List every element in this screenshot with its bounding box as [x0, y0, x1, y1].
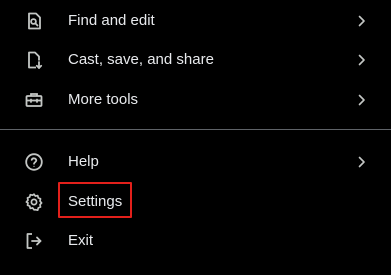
help-circle-icon — [24, 152, 44, 172]
chevron-right-icon — [356, 155, 368, 169]
exit-icon — [24, 231, 44, 251]
menu-item-label: Help — [68, 153, 99, 170]
chevron-right-icon — [356, 53, 368, 67]
menu-item-label: Exit — [68, 232, 94, 249]
chevron-right-icon — [356, 14, 368, 28]
chrome-menu: Find and edit Cast, save, and share More… — [0, 0, 391, 275]
settings-highlight-box — [58, 182, 132, 218]
menu-item-exit[interactable]: Exit — [0, 222, 391, 260]
menu-item-label: Cast, save, and share — [68, 51, 214, 68]
menu-item-help[interactable]: Help — [0, 143, 391, 181]
menu-item-more-tools[interactable]: More tools — [0, 81, 391, 119]
menu-item-find-and-edit[interactable]: Find and edit — [0, 2, 391, 40]
menu-divider — [0, 129, 391, 130]
toolbox-icon — [24, 90, 44, 110]
file-save-icon — [24, 50, 44, 70]
find-in-page-icon — [24, 11, 44, 31]
menu-item-label: Find and edit — [68, 12, 155, 29]
menu-item-label: More tools — [68, 91, 139, 108]
chevron-right-icon — [356, 93, 368, 107]
menu-item-cast-save-share[interactable]: Cast, save, and share — [0, 41, 391, 79]
gear-icon — [24, 192, 44, 212]
